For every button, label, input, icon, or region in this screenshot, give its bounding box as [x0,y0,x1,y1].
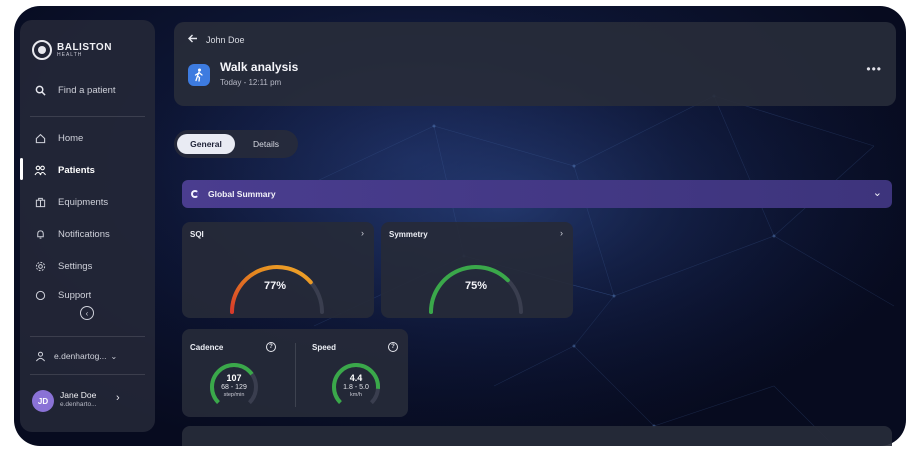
bell-icon [34,228,46,240]
symmetry-value: 75% [465,280,488,292]
sqi-value: 77% [264,280,287,292]
sidebar-item-support[interactable]: Support [34,290,91,300]
sidebar-item-label: Settings [58,260,93,272]
sidebar-item-home[interactable]: Home [34,132,83,144]
account-name: e.denhartog... [54,351,107,361]
cadence-value: 107 [226,373,242,383]
global-summary-bar[interactable]: Global Summary ⌄ [182,180,892,208]
divider [30,116,145,117]
chevron-left-icon: ‹ [85,308,89,318]
sidebar-item-settings[interactable]: Settings [34,260,92,272]
symmetry-card[interactable]: Symmetry › 75% [381,222,573,318]
page-subtitle: Today - 12:11 pm [220,78,282,87]
speed-label: Speed [312,343,337,352]
chevron-right-icon: › [560,228,563,238]
active-indicator [20,158,23,180]
page-title: Walk analysis [220,60,299,74]
help-icon[interactable]: ? [388,342,398,352]
help-icon [34,290,46,300]
cadence-speed-card: Cadence ? 107 68 - 129 step/min Speed ? … [182,329,408,417]
home-icon [34,132,46,144]
divider [295,343,296,407]
more-options-button[interactable]: ••• [866,62,882,76]
logo: BALISTON HEALTH [32,40,112,60]
collapse-sidebar-button[interactable]: ‹ [80,306,94,320]
cadence-unit: step/min [223,392,245,398]
next-section-card [182,426,892,446]
patients-icon [34,164,46,176]
page-header: John Doe Walk analysis Today - 12:11 pm … [174,22,896,106]
summary-title: Global Summary [208,189,276,199]
user-icon [34,350,46,362]
sidebar-item-label: Equipments [58,196,109,208]
walk-icon [188,64,210,86]
chevron-right-icon: › [361,228,364,238]
equipment-icon [34,196,46,208]
cadence-range: 68 - 129 [221,384,247,391]
speed-readout: 4.4 1.8 - 5.0 km/h [326,373,386,399]
search-icon [34,84,46,96]
back-link[interactable]: John Doe [188,34,245,45]
sidebar-item-equipments[interactable]: Equipments [34,196,108,208]
account-selector[interactable]: e.denhartog... ⌄ [34,350,117,362]
divider [30,374,145,375]
tab-details[interactable]: Details [238,134,294,154]
chevron-down-icon: ⌄ [110,351,118,361]
speed-value: 4.4 [349,373,363,383]
logo-mark-icon [32,40,52,60]
patient-name: John Doe [206,34,245,45]
avatar: JD [32,390,54,412]
cadence-label: Cadence [190,343,224,352]
sidebar-item-label: Patients [58,164,95,176]
search-placeholder: Find a patient [58,84,116,96]
sidebar: BALISTON HEALTH Find a patient Home Pati… [20,20,155,432]
search-field[interactable]: Find a patient [34,84,116,96]
view-tabs: General Details [174,130,298,158]
arrow-left-icon [188,34,198,45]
cadence-readout: 107 68 - 129 step/min [204,373,264,399]
sidebar-item-notifications[interactable]: Notifications [34,228,110,240]
summary-status-icon [191,190,199,198]
sqi-label: SQI [190,230,204,239]
sidebar-item-label: Notifications [58,228,110,240]
chevron-right-icon[interactable]: › [116,392,120,404]
symmetry-label: Symmetry [389,230,428,239]
speed-unit: km/h [350,392,362,398]
gear-icon [34,260,46,272]
chevron-down-icon: ⌄ [872,187,882,199]
help-icon[interactable]: ? [266,342,276,352]
user-card[interactable]: Jane Doe e.denharto... [60,391,97,409]
user-name: Jane Doe [60,390,97,400]
sidebar-item-patients[interactable]: Patients [34,164,95,176]
tab-general[interactable]: General [177,134,235,154]
sidebar-item-label: Home [58,132,84,144]
sqi-card[interactable]: SQI › 77% [182,222,374,318]
speed-range: 1.8 - 5.0 [343,384,369,391]
divider [30,336,145,337]
brand-name: BALISTON [57,41,112,53]
user-email: e.denharto... [60,401,97,408]
sidebar-item-label: Support [58,290,92,300]
